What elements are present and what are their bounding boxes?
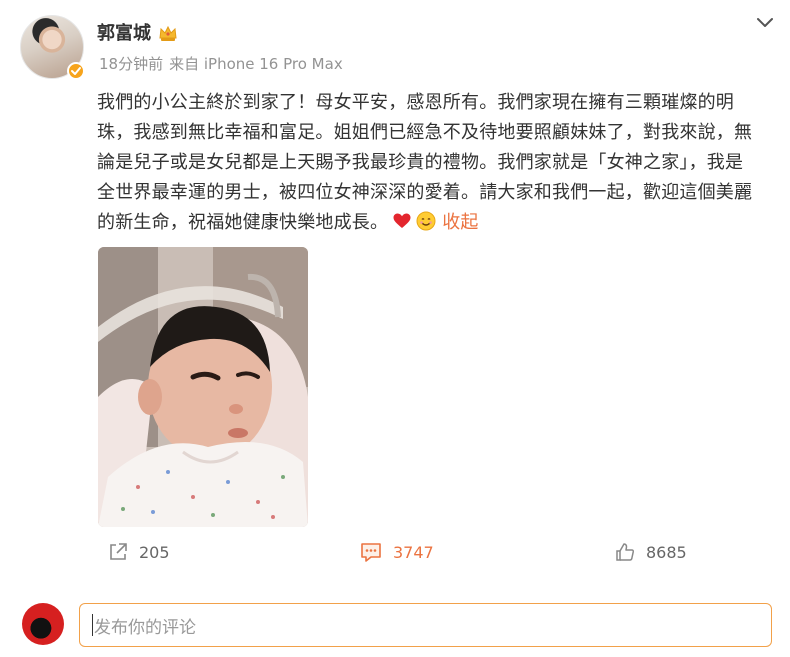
smile-emoji (416, 211, 436, 231)
like-count: 8685 (646, 542, 687, 562)
verified-badge-icon (67, 62, 85, 80)
post-text-line: 全世界最幸運的男士，被四位女神深深的愛着。請大家和我們一起，歡迎這個美麗 (97, 182, 753, 203)
post-text-line: 的新生命，祝福她健康快樂地成長。 (97, 212, 389, 233)
newborn-baby-photo[interactable] (98, 247, 308, 527)
share-icon (110, 543, 127, 560)
repost-count: 205 (139, 542, 170, 562)
post-text-line: 珠，我感到無比幸福和富足。姐姐們已經急不及待地要照顧妹妹了，對我來說，無 (97, 122, 753, 143)
crown-icon (159, 25, 177, 41)
like-button[interactable]: 8685 (614, 540, 687, 564)
repost-button[interactable]: 205 (107, 540, 170, 564)
text-caret (92, 614, 93, 636)
my-avatar[interactable] (22, 603, 64, 645)
comment-placeholder: 发布你的评论 (94, 617, 196, 638)
thumb-up-icon (616, 543, 634, 561)
collapse-link[interactable]: 收起 (442, 212, 478, 233)
post-text: 我們的小公主終於到家了！母女平安，感恩所有。我們家現在擁有三顆璀燦的明 珠，我感… (97, 88, 787, 238)
post-time[interactable]: 18分钟前 (99, 55, 163, 73)
post-source: 来自 iPhone 16 Pro Max (169, 55, 343, 73)
post-text-last-line: 的新生命，祝福她健康快樂地成長。 收起 (97, 208, 787, 238)
comment-input[interactable]: 发布你的评论 (79, 603, 772, 647)
post-text-line: 論是兒子或是女兒都是上天賜予我最珍貴的禮物。我們家就是「女神之家」，我是 (97, 152, 744, 173)
heart-emoji (393, 213, 411, 228)
photo-illustration (98, 247, 308, 527)
comment-count: 3747 (393, 542, 434, 562)
post-meta: 18分钟前 来自 iPhone 16 Pro Max (99, 54, 343, 74)
post-text-line: 我們的小公主終於到家了！母女平安，感恩所有。我們家現在擁有三顆璀燦的明 (97, 92, 734, 113)
author-name[interactable]: 郭富城 (97, 22, 151, 46)
comment-button[interactable]: 3747 (359, 540, 434, 564)
chevron-down-icon[interactable] (753, 12, 777, 32)
comment-icon (361, 543, 381, 562)
